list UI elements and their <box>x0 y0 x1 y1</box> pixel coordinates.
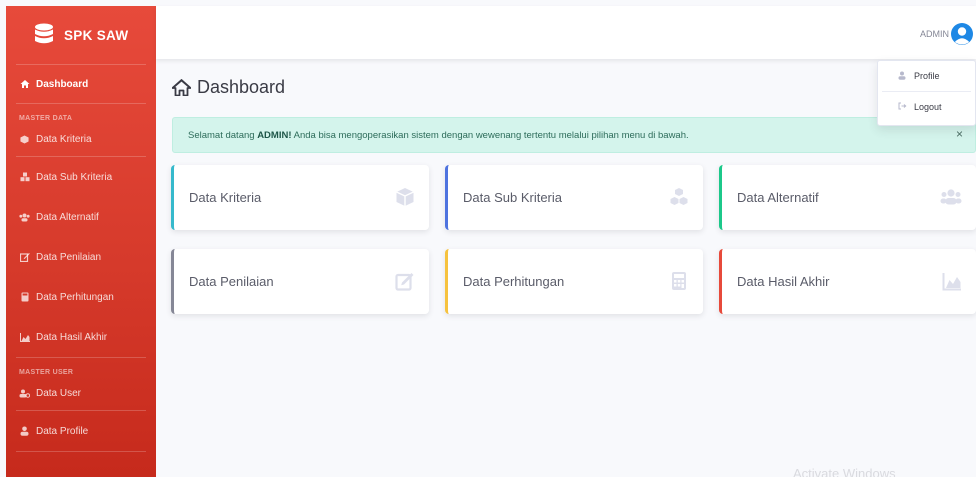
user-icon <box>19 426 30 436</box>
card-data-penilaian[interactable]: Data Penilaian <box>171 249 429 314</box>
cube-icon <box>19 134 30 144</box>
sidebar-item-label: Data Sub Kriteria <box>36 171 113 183</box>
sidebar-item-data-alternatif[interactable]: Data Alternatif <box>6 197 156 237</box>
card-label: Data Hasil Akhir <box>737 274 830 289</box>
sidebar-item-data-hasil-akhir[interactable]: Data Hasil Akhir <box>6 317 156 357</box>
calculator-icon <box>672 272 686 290</box>
sidebar-item-data-kriteria[interactable]: Data Kriteria <box>6 122 156 156</box>
sidebar-item-data-perhitungan[interactable]: Data Perhitungan <box>6 277 156 317</box>
user-name[interactable]: ADMIN <box>920 29 949 39</box>
dropdown-item-label: Logout <box>914 102 942 112</box>
sidebar-divider <box>16 451 146 452</box>
users-cog-icon <box>19 389 30 398</box>
sidebar-item-label: Dashboard <box>36 78 89 90</box>
activate-windows-watermark: Activate Windows <box>793 466 896 477</box>
chart-area-icon <box>942 273 961 291</box>
alert-text: Selamat datang ADMIN! Anda bisa mengoper… <box>188 129 689 141</box>
sidebar-heading-master-user: MASTER USER <box>19 369 74 376</box>
sign-out-icon <box>898 102 907 112</box>
card-data-perhitungan[interactable]: Data Perhitungan <box>445 249 703 314</box>
card-label: Data Perhitungan <box>463 274 565 289</box>
sidebar-item-dashboard[interactable]: Dashboard <box>6 65 156 103</box>
sidebar-item-label: Data Penilaian <box>36 251 102 263</box>
card-label: Data Sub Kriteria <box>463 190 562 205</box>
card-data-sub-kriteria[interactable]: Data Sub Kriteria <box>445 165 703 230</box>
user-dropdown-menu: Profile Logout <box>877 60 976 126</box>
sidebar-item-label: Data Profile <box>36 425 89 437</box>
welcome-alert: Selamat datang ADMIN! Anda bisa mengoper… <box>172 117 976 153</box>
alert-bold-user: ADMIN! <box>257 129 292 141</box>
cubes-icon <box>670 188 688 205</box>
avatar[interactable] <box>951 23 973 45</box>
sidebar-item-data-sub-kriteria[interactable]: Data Sub Kriteria <box>6 157 156 197</box>
close-icon[interactable]: × <box>956 127 963 141</box>
home-icon <box>19 79 30 89</box>
sidebar-item-label: Data Alternatif <box>36 211 99 223</box>
edit-icon <box>395 273 414 291</box>
sidebar-item-label: Data Perhitungan <box>36 291 114 303</box>
database-icon <box>35 23 53 44</box>
users-icon <box>19 213 30 222</box>
card-data-kriteria[interactable]: Data Kriteria <box>171 165 429 230</box>
sidebar-item-data-profile[interactable]: Data Profile <box>6 411 156 451</box>
card-data-alternatif[interactable]: Data Alternatif <box>719 165 976 230</box>
calculator-icon <box>19 292 30 302</box>
sidebar-heading-master-data: MASTER DATA <box>19 115 73 122</box>
dropdown-item-profile[interactable]: Profile <box>878 61 975 91</box>
card-label: Data Alternatif <box>737 190 819 205</box>
dropdown-item-label: Profile <box>914 71 940 81</box>
card-label: Data Kriteria <box>189 190 262 205</box>
chart-area-icon <box>19 332 30 342</box>
brand-link[interactable]: SPK SAW <box>6 6 156 64</box>
sidebar-item-label: Data User <box>36 387 82 399</box>
home-icon <box>172 79 191 96</box>
page-title-text: Dashboard <box>197 77 286 97</box>
users-icon <box>940 189 962 205</box>
sidebar-item-label: Data Kriteria <box>36 133 92 145</box>
user-icon <box>898 71 907 82</box>
edit-icon <box>19 252 30 262</box>
sidebar-item-data-user[interactable]: Data User <box>6 376 156 410</box>
topbar: ADMIN <box>156 6 976 59</box>
cubes-icon <box>19 172 30 182</box>
card-data-hasil-akhir[interactable]: Data Hasil Akhir <box>719 249 976 314</box>
cube-icon <box>396 188 414 206</box>
card-label: Data Penilaian <box>189 274 274 289</box>
dropdown-item-logout[interactable]: Logout <box>878 92 975 122</box>
sidebar: SPK SAW Dashboard MASTER DATA Data Krite… <box>6 6 156 477</box>
brand-name: SPK SAW <box>64 27 129 43</box>
sidebar-item-label: Data Hasil Akhir <box>36 331 108 343</box>
user-icon <box>954 27 970 45</box>
sidebar-item-data-penilaian[interactable]: Data Penilaian <box>6 237 156 277</box>
page-title: Dashboard <box>172 77 285 98</box>
